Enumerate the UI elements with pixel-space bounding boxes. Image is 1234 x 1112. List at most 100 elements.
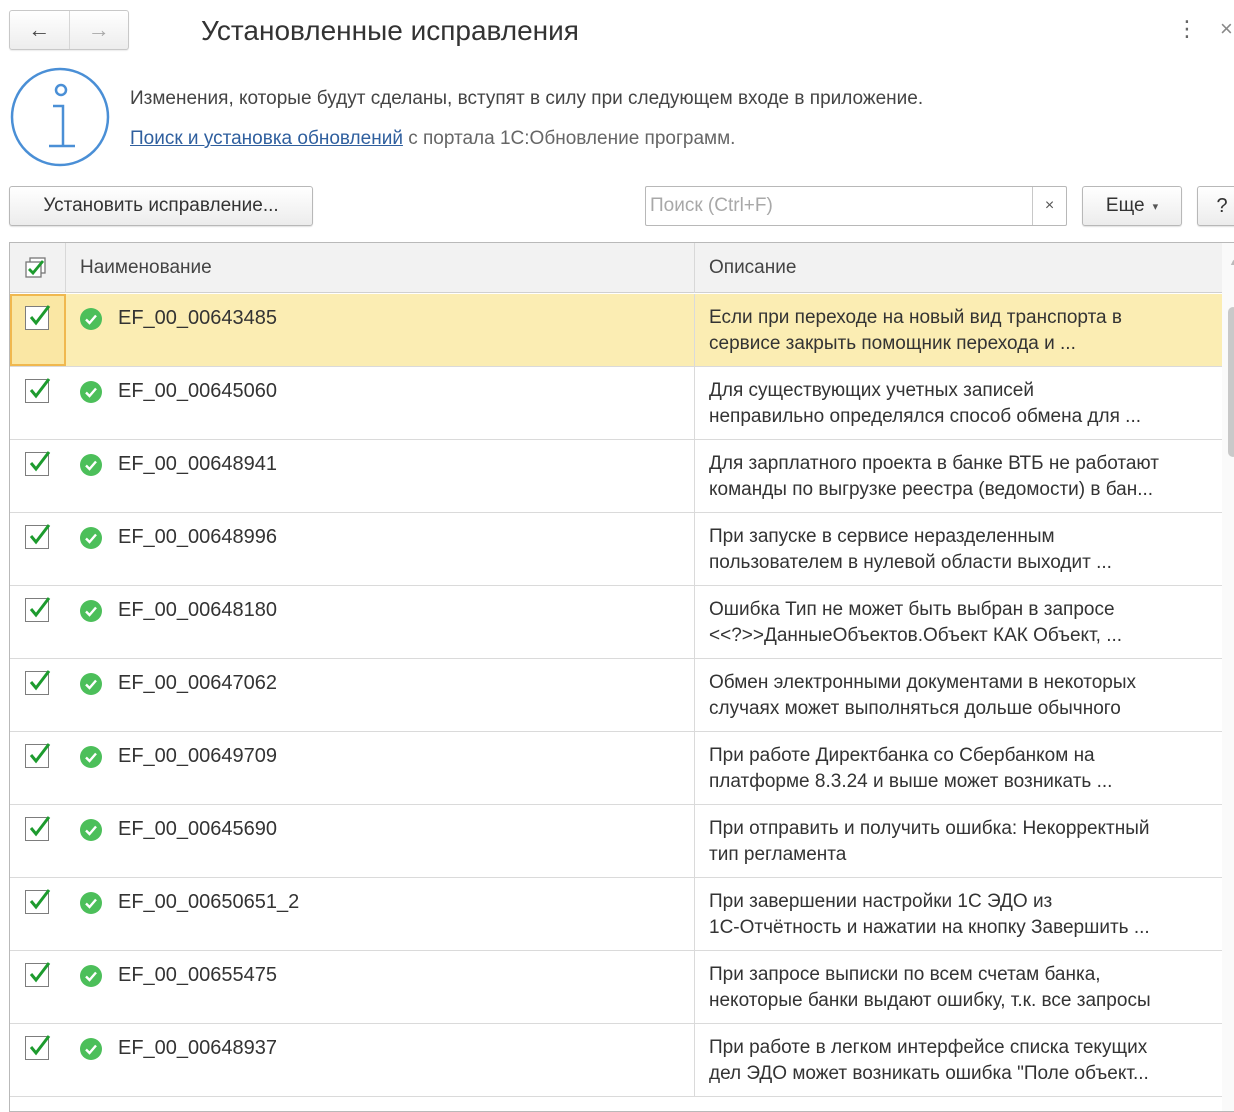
check-circle-icon xyxy=(80,673,102,695)
scroll-thumb[interactable] xyxy=(1228,307,1234,457)
table-row[interactable]: EF_00_00648937 При работе в легком интер… xyxy=(10,1024,1222,1097)
row-description-cell: При работе в легком интерфейсе списка те… xyxy=(695,1024,1222,1096)
description-line-2: 1С-Отчётность и нажатии на кнопку Заверш… xyxy=(709,917,1150,938)
fix-name: EF_00_00649709 xyxy=(118,745,278,767)
row-name-cell: EF_00_00650651_2 xyxy=(66,878,695,950)
row-checkbox-cell[interactable] xyxy=(10,586,66,658)
scroll-up-icon[interactable]: ▲ xyxy=(1229,257,1234,267)
row-name-cell: EF_00_00643485 xyxy=(66,294,695,366)
row-name-cell: EF_00_00645060 xyxy=(66,367,695,439)
row-name-cell: EF_00_00649709 xyxy=(66,732,695,804)
vertical-scrollbar[interactable]: ▲ xyxy=(1222,243,1234,1111)
fix-name: EF_00_00648937 xyxy=(118,1037,278,1059)
description-line-1: Если при переходе на новый вид транспорт… xyxy=(709,307,1122,328)
description-line-2: некоторые банки выдают ошибку, т.к. все … xyxy=(709,990,1151,1011)
row-name-cell: EF_00_00648996 xyxy=(66,513,695,585)
more-button[interactable]: Еще ▾ xyxy=(1082,186,1182,226)
back-button[interactable]: ← xyxy=(10,11,69,49)
row-description-cell: При работе Директбанка со Сбербанком на … xyxy=(695,732,1222,804)
more-button-label: Еще xyxy=(1105,195,1145,216)
table-body: EF_00_00643485 Если при переходе на новы… xyxy=(10,294,1222,1097)
checkbox-checked-icon[interactable] xyxy=(25,816,51,841)
chevron-down-icon: ▾ xyxy=(1152,200,1159,213)
column-header-name[interactable]: Наименование xyxy=(66,243,695,293)
row-name-cell: EF_00_00655475 xyxy=(66,951,695,1023)
row-name-cell: EF_00_00645690 xyxy=(66,805,695,877)
row-checkbox-cell[interactable] xyxy=(10,878,66,950)
checkbox-checked-icon[interactable] xyxy=(25,962,51,987)
description-line-2: <<?>>ДанныеОбъектов.Объект КАК Объект, .… xyxy=(709,625,1123,646)
forward-button[interactable]: → xyxy=(68,11,129,49)
row-checkbox-cell[interactable] xyxy=(10,440,66,512)
help-button[interactable]: ? xyxy=(1197,186,1234,226)
row-checkbox-cell[interactable] xyxy=(10,659,66,731)
check-circle-icon xyxy=(80,308,102,330)
checkbox-checked-icon[interactable] xyxy=(25,597,51,622)
row-checkbox-cell[interactable] xyxy=(10,367,66,439)
fix-name: EF_00_00647062 xyxy=(118,672,278,694)
fix-name: EF_00_00645060 xyxy=(118,380,278,402)
row-name-cell: EF_00_00648180 xyxy=(66,586,695,658)
table-row[interactable]: EF_00_00655475 При запросе выписки по вс… xyxy=(10,951,1222,1024)
close-icon[interactable]: × xyxy=(1220,16,1233,42)
row-description-cell: Ошибка Тип не может быть выбран в запрос… xyxy=(695,586,1222,658)
table-row[interactable]: EF_00_00643485 Если при переходе на новы… xyxy=(10,294,1222,367)
checkbox-checked-icon[interactable] xyxy=(25,524,51,549)
checkbox-checked-icon[interactable] xyxy=(25,743,51,768)
info-message: Изменения, которые будут сделаны, вступя… xyxy=(130,88,924,109)
row-checkbox-cell[interactable] xyxy=(10,1024,66,1096)
arrow-left-icon: ← xyxy=(28,17,51,42)
table-row[interactable]: EF_00_00647062 Обмен электронными докуме… xyxy=(10,659,1222,732)
row-name-cell: EF_00_00648941 xyxy=(66,440,695,512)
table-row[interactable]: EF_00_00648996 При запуске в сервисе нер… xyxy=(10,513,1222,586)
more-menu-icon[interactable]: ⋮ xyxy=(1176,16,1198,42)
fix-name: EF_00_00643485 xyxy=(118,307,278,329)
fix-name: EF_00_00648180 xyxy=(118,599,278,621)
table-row[interactable]: EF_00_00650651_2 При завершении настройк… xyxy=(10,878,1222,951)
row-checkbox-cell[interactable] xyxy=(10,951,66,1023)
description-line-1: Для зарплатного проекта в банке ВТБ не р… xyxy=(709,453,1159,474)
fix-name: EF_00_00648941 xyxy=(118,453,278,475)
fix-name: EF_00_00650651_2 xyxy=(118,891,300,913)
check-circle-icon xyxy=(80,381,102,403)
row-checkbox-cell[interactable] xyxy=(10,513,66,585)
description-line-2: платформе 8.3.24 и выше может возникать … xyxy=(709,771,1113,792)
description-line-2: случаях может выполняться дольше обычног… xyxy=(709,698,1121,719)
table-row[interactable]: EF_00_00648941 Для зарплатного проекта в… xyxy=(10,440,1222,513)
description-line-1: При работе в легком интерфейсе списка те… xyxy=(709,1037,1148,1058)
select-all-column[interactable] xyxy=(10,243,66,293)
install-fix-button[interactable]: Установить исправление... xyxy=(9,186,313,226)
column-header-description[interactable]: Описание xyxy=(695,243,1222,293)
description-line-1: При запуске в сервисе неразделенным xyxy=(709,526,1055,547)
checkbox-list-icon xyxy=(25,257,46,278)
search-input[interactable] xyxy=(646,187,1032,225)
check-circle-icon xyxy=(80,965,102,987)
row-checkbox-cell[interactable] xyxy=(10,805,66,877)
description-line-1: Для существующих учетных записей xyxy=(709,380,1034,401)
fixes-table: Наименование Описание EF_00_00643485 Есл… xyxy=(9,242,1234,1112)
checkbox-checked-icon[interactable] xyxy=(25,378,51,403)
checkbox-checked-icon[interactable] xyxy=(25,451,51,476)
description-line-1: При отправить и получить ошибка: Некорре… xyxy=(709,818,1150,839)
clear-search-button[interactable]: × xyxy=(1032,187,1066,225)
checkbox-checked-icon[interactable] xyxy=(25,670,51,695)
checkbox-checked-icon[interactable] xyxy=(25,889,51,914)
check-circle-icon xyxy=(80,527,102,549)
checkbox-checked-icon[interactable] xyxy=(25,1035,51,1060)
check-circle-icon xyxy=(80,1038,102,1060)
row-checkbox-cell[interactable] xyxy=(10,732,66,804)
row-checkbox-cell[interactable] xyxy=(10,294,66,366)
description-line-2: тип регламента xyxy=(709,844,847,865)
search-updates-link[interactable]: Поиск и установка обновлений xyxy=(130,128,403,149)
navigation-buttons: ← → xyxy=(9,10,129,50)
table-row[interactable]: EF_00_00648180 Ошибка Тип не может быть … xyxy=(10,586,1222,659)
table-row[interactable]: EF_00_00645060 Для существующих учетных … xyxy=(10,367,1222,440)
checkbox-checked-icon[interactable] xyxy=(25,305,51,330)
row-description-cell: Для существующих учетных записей неправи… xyxy=(695,367,1222,439)
info-update-hint: Поиск и установка обновлений с портала 1… xyxy=(130,127,735,151)
table-row[interactable]: EF_00_00649709 При работе Директбанка со… xyxy=(10,732,1222,805)
description-line-2: неправильно определялся способ обмена дл… xyxy=(709,406,1142,427)
table-row[interactable]: EF_00_00645690 При отправить и получить … xyxy=(10,805,1222,878)
description-line-2: команды по выгрузке реестра (ведомости) … xyxy=(709,479,1154,500)
row-name-cell: EF_00_00647062 xyxy=(66,659,695,731)
